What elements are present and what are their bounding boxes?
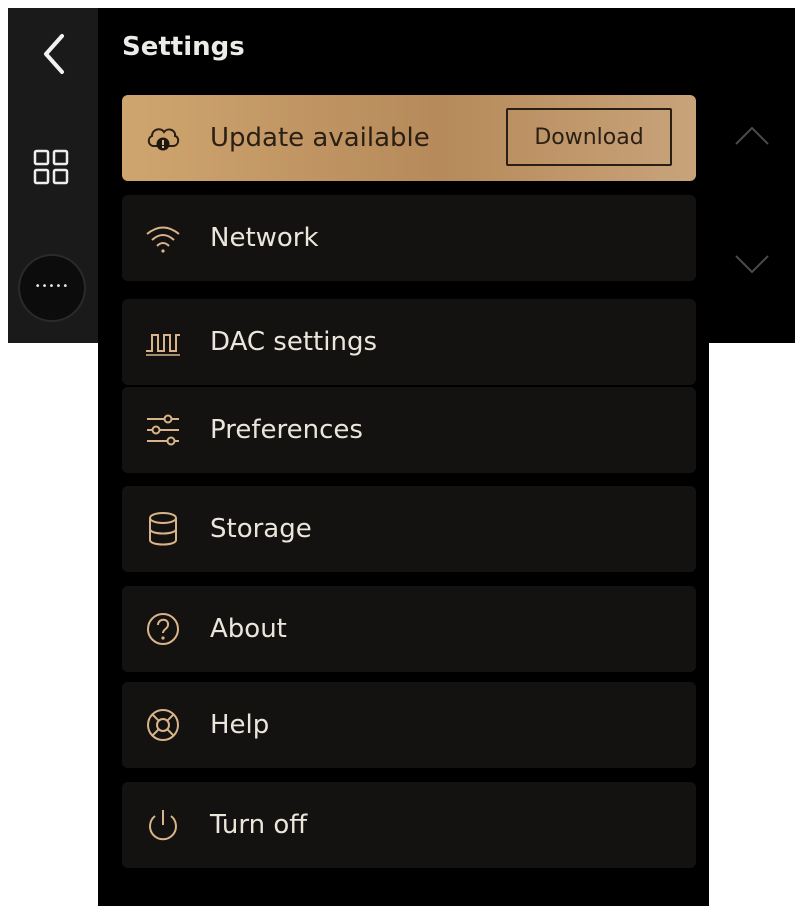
update-available-label: Update available	[210, 123, 430, 153]
sliders-icon	[147, 414, 179, 446]
more-dots-icon: •••••	[34, 281, 70, 292]
database-icon	[149, 512, 177, 546]
menu-item-label: Preferences	[210, 415, 363, 445]
waveform-icon	[146, 334, 180, 356]
menu-item-storage[interactable]: Storage	[122, 486, 696, 572]
menu-item-network[interactable]: Network	[122, 195, 696, 281]
menu-item-dac-settings[interactable]: DAC settings	[122, 299, 696, 385]
grid-icon	[33, 149, 69, 185]
menu-item-label: DAC settings	[210, 327, 377, 357]
update-available-row[interactable]: Update available Download	[122, 95, 696, 181]
menu-item-about[interactable]: About	[122, 586, 696, 672]
scroll-down-button[interactable]	[730, 250, 774, 280]
cloud-alert-icon	[147, 128, 180, 151]
scroll-up-button[interactable]	[730, 120, 774, 150]
chevron-left-icon	[44, 34, 64, 74]
menu-item-label: Storage	[210, 514, 312, 544]
back-button[interactable]	[36, 30, 72, 78]
chevron-down-icon	[735, 255, 769, 274]
menu-item-turn-off[interactable]: Turn off	[122, 782, 696, 868]
page-title: Settings	[122, 32, 245, 62]
question-circle-icon	[147, 613, 179, 645]
chevron-up-icon	[735, 126, 769, 145]
apps-grid-button[interactable]	[32, 148, 72, 188]
wifi-icon	[146, 226, 180, 253]
menu-item-preferences[interactable]: Preferences	[122, 387, 696, 473]
download-button[interactable]: Download	[506, 108, 672, 166]
menu-item-label: Help	[210, 710, 270, 740]
menu-item-label: Turn off	[210, 810, 308, 840]
menu-item-help[interactable]: Help	[122, 682, 696, 768]
menu-item-label: Network	[210, 223, 319, 253]
lifebuoy-icon	[147, 709, 179, 741]
menu-item-label: About	[210, 614, 287, 644]
power-icon	[149, 810, 177, 841]
more-button[interactable]: •••••	[20, 256, 84, 320]
